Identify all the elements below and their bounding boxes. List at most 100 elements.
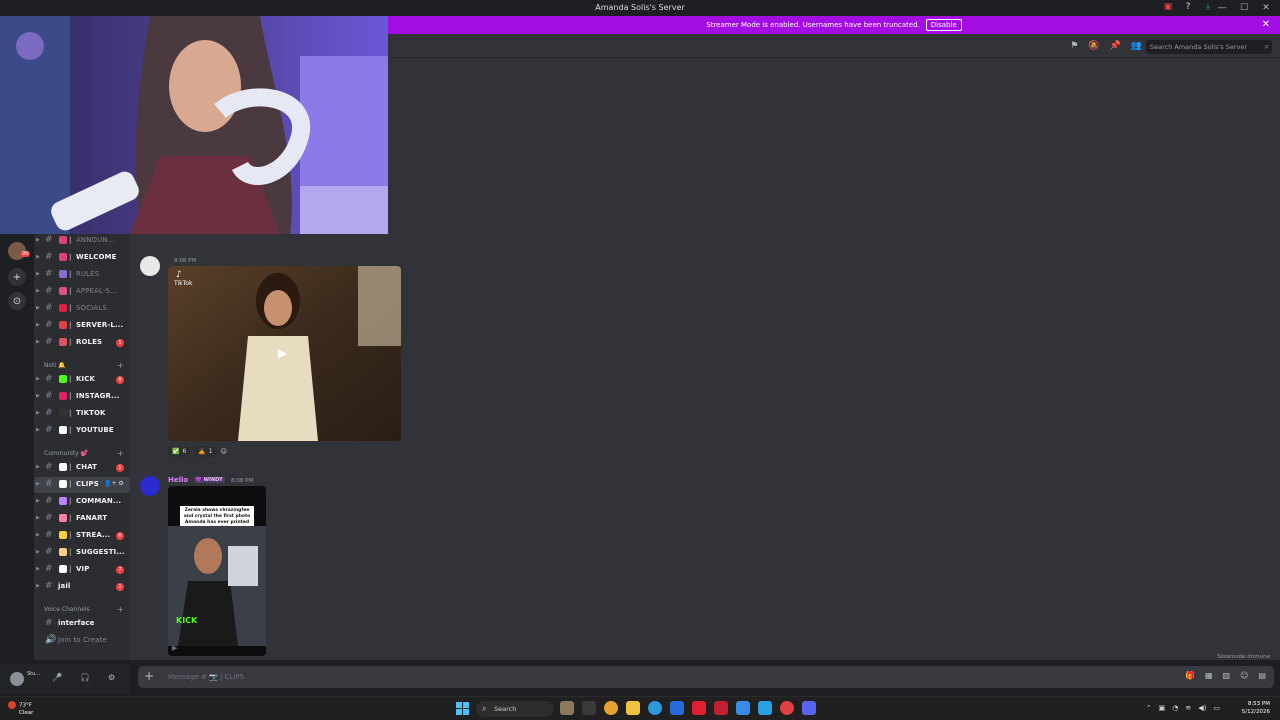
channel-item[interactable]: ▶ # | TIKTOK (34, 406, 130, 422)
taskbar-clock[interactable]: 8:53 PM 5/12/2026 (1242, 700, 1270, 716)
disable-streamer-mode-button[interactable]: Disable (925, 19, 962, 31)
settings-gear-icon[interactable]: ⚙ (108, 673, 115, 682)
discord-icon[interactable] (802, 701, 816, 715)
clip-video-embed[interactable]: Zerala shows chrazingfee and crystal the… (168, 486, 266, 656)
sticker-icon[interactable]: ▧ (1223, 671, 1231, 680)
chevron-right-icon[interactable]: ▶ (36, 237, 40, 243)
plus-icon[interactable]: + (117, 361, 124, 370)
notification-bell-icon[interactable]: 🔕 (1088, 41, 1099, 51)
chevron-right-icon[interactable]: ▶ (36, 515, 40, 521)
chevron-right-icon[interactable]: ▶ (36, 322, 40, 328)
tray-network-icon[interactable]: ◔ (1172, 704, 1178, 712)
apps-icon[interactable]: ▤ (1258, 671, 1266, 680)
message-input[interactable]: Message # 📷 | CLIPS (168, 673, 244, 681)
add-server-icon[interactable]: + (8, 268, 26, 286)
channel-item[interactable]: ▶ # | ANNOUN... (34, 234, 130, 249)
voice-channel-join[interactable]: 🔊 Join to Create (34, 633, 130, 649)
volume-icon[interactable]: ◀) (1198, 704, 1206, 712)
weather-widget[interactable]: 73°F Clear (8, 701, 33, 717)
channel-item[interactable]: ▶ # | VIP 7 (34, 562, 130, 578)
tiktok-video-embed[interactable]: TikTok ♪ ▶ (168, 266, 401, 441)
chevron-right-icon[interactable]: ▶ (36, 498, 40, 504)
windows-start-icon[interactable] (456, 702, 469, 715)
chevron-right-icon[interactable]: ▶ (36, 583, 40, 589)
avatar[interactable] (10, 672, 24, 686)
reaction-bow[interactable]: 🙇 1 (194, 446, 217, 457)
threads-icon[interactable]: ⚑ (1070, 41, 1078, 51)
chevron-right-icon[interactable]: ▶ (36, 464, 40, 470)
app-teal-icon[interactable] (758, 701, 772, 715)
plus-icon[interactable]: + (117, 449, 124, 458)
help-icon[interactable]: ? (1182, 2, 1194, 12)
close-window-button[interactable]: ✕ (1260, 2, 1272, 14)
voice-channel-interface[interactable]: # interface (34, 616, 130, 632)
chevron-right-icon[interactable]: ▶ (36, 271, 40, 277)
store-icon[interactable] (670, 701, 684, 715)
channel-item[interactable]: ▶ # | APPEAL-S... (34, 284, 130, 300)
minimize-button[interactable]: — (1216, 2, 1228, 14)
member-list-icon[interactable]: 👥 (1131, 41, 1142, 51)
chevron-right-icon[interactable]: ▶ (36, 549, 40, 555)
taskbar-search[interactable]: ⌕ Search (476, 701, 554, 717)
channel-item[interactable]: ▶ # | SOCIALS (34, 301, 130, 317)
channel-item[interactable]: ▶ # | CLIPS 👤+ ⚙ (34, 477, 130, 493)
maximize-button[interactable]: ☐ (1238, 2, 1250, 14)
channel-item[interactable]: ▶ # jail 1 (34, 579, 130, 595)
chevron-right-icon[interactable]: ▶ (36, 410, 40, 416)
avatar[interactable] (140, 256, 160, 276)
chrome-icon[interactable] (604, 701, 618, 715)
channel-item[interactable]: ▶ # | COMMAN... (34, 494, 130, 510)
chevron-right-icon[interactable]: ▶ (36, 339, 40, 345)
channel-item[interactable]: ▶ # | RULES (34, 267, 130, 283)
pinned-icon[interactable]: 📌 (1110, 41, 1121, 51)
channel-item[interactable]: ▶ # | CHAT 1 (34, 460, 130, 476)
channel-item[interactable]: ▶ # | YOUTUBE (34, 423, 130, 439)
chevron-right-icon[interactable]: ▶ (36, 532, 40, 538)
app-shield-icon[interactable] (714, 701, 728, 715)
chevron-right-icon[interactable]: ▶ (36, 254, 40, 260)
message-author[interactable]: Hello 💜 WINDY 8:08 PM (168, 476, 253, 484)
chevron-right-icon[interactable]: ▶ (36, 376, 40, 382)
microphone-icon[interactable]: 🎤 (52, 673, 62, 682)
battery-icon[interactable]: ▭ (1213, 704, 1220, 712)
explore-icon[interactable]: ⊙ (8, 292, 26, 310)
tray-chevron-icon[interactable]: ⌃ (1146, 704, 1152, 712)
play-icon[interactable]: ▶ (172, 644, 177, 652)
inbox-icon[interactable]: ▣ (1162, 2, 1174, 12)
channel-item[interactable]: ▶ # | WELCOME (34, 250, 130, 266)
channel-item[interactable]: ▶ # | ROLES 1 (34, 335, 130, 351)
gift-icon[interactable]: 🎁 (1185, 671, 1195, 680)
chevron-right-icon[interactable]: ▶ (36, 566, 40, 572)
chevron-right-icon[interactable]: ▶ (36, 288, 40, 294)
widgets-app-icon[interactable] (560, 701, 574, 715)
download-icon[interactable]: ⤓ (1202, 2, 1214, 12)
close-icon[interactable]: ✕ (1262, 19, 1270, 30)
task-view-icon[interactable] (582, 701, 596, 715)
gif-icon[interactable]: ▦ (1205, 671, 1213, 680)
play-icon[interactable]: ▶ (278, 346, 287, 360)
plus-icon[interactable]: + (117, 605, 124, 614)
channel-item[interactable]: ▶ # | SUGGESTI... (34, 545, 130, 561)
tray-app-icon[interactable]: ▣ (1159, 704, 1166, 712)
chevron-right-icon[interactable]: ▶ (36, 427, 40, 433)
avatar[interactable] (140, 476, 160, 496)
channel-item[interactable]: ▶ # | STREA... 6 (34, 528, 130, 544)
emoji-icon[interactable]: ☺ (1240, 671, 1248, 680)
file-explorer-icon[interactable] (626, 701, 640, 715)
search-input[interactable]: Search Amanda Solis's Server ⌕ (1146, 40, 1272, 54)
attach-plus-icon[interactable]: + (144, 669, 154, 683)
channel-item[interactable]: ▶ # | FANART (34, 511, 130, 527)
reaction-check[interactable]: ✅ 6 (168, 446, 191, 457)
app-red-icon[interactable] (692, 701, 706, 715)
chevron-right-icon[interactable]: ▶ (36, 481, 40, 487)
chevron-right-icon[interactable]: ▶ (36, 393, 40, 399)
channel-item[interactable]: ▶ # | KICK 9 (34, 372, 130, 388)
edge-icon[interactable] (648, 701, 662, 715)
message-composer[interactable]: + Message # 📷 | CLIPS 🎁 ▦ ▧ ☺ ▤ (138, 666, 1274, 688)
channel-item[interactable]: ▶ # | SERVER-L... (34, 318, 130, 334)
add-reaction-icon[interactable]: ☺ (221, 446, 227, 457)
app-blue-icon[interactable] (736, 701, 750, 715)
wifi-icon[interactable]: ≋ (1185, 704, 1191, 712)
channel-item[interactable]: ▶ # | INSTAGR... (34, 389, 130, 405)
app-game-icon[interactable] (780, 701, 794, 715)
